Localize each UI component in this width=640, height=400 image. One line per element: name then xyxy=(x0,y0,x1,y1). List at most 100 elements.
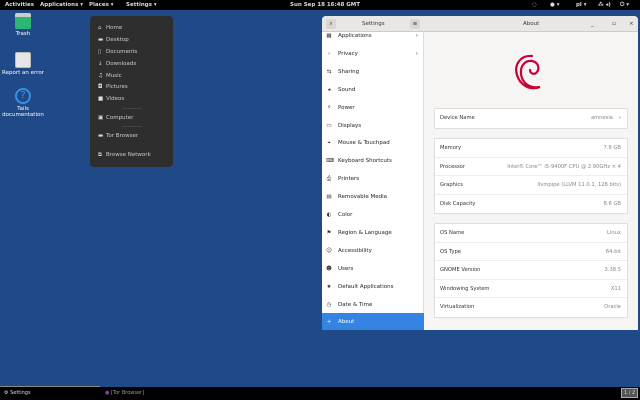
desktop-tails-doc[interactable]: ? Tails documentation xyxy=(1,88,45,118)
sidebar-item-label: Users xyxy=(338,265,354,272)
sidebar-icon: ◷ xyxy=(326,301,332,308)
info-value: 64-bit xyxy=(605,248,621,255)
sidebar-item-color[interactable]: ◐ Color xyxy=(322,206,424,224)
sidebar-item-region-language[interactable]: ⚑ Region & Language xyxy=(322,224,424,242)
workspace-switcher[interactable]: 1 / 2 xyxy=(621,388,639,398)
sidebar-icon: ⇆ xyxy=(326,68,332,75)
sidebar-icon: ☺ xyxy=(326,247,332,254)
sidebar-item-printers[interactable]: ⎙ Printers xyxy=(322,170,424,188)
computer-icon: ▣ xyxy=(98,115,104,121)
sidebar-icon: ★ xyxy=(326,283,332,290)
info-value: 8.6 GB xyxy=(603,200,621,207)
places-browse-network[interactable]: ⧉ Browse Network xyxy=(98,152,151,159)
chevron-right-icon: › xyxy=(415,33,418,39)
maximize-button[interactable]: ▫ xyxy=(612,21,616,27)
download-icon: ↓ xyxy=(98,61,103,67)
network-icon: ⧉ xyxy=(98,152,102,158)
sidebar-item-about[interactable]: + About xyxy=(322,313,424,330)
activities-button[interactable]: Activities xyxy=(5,2,34,8)
places-computer[interactable]: ▣ Computer xyxy=(98,115,133,121)
sidebar-icon: ⌖ xyxy=(327,140,331,147)
info-value: Oracle xyxy=(604,304,621,310)
sidebar-icon: ⚡ xyxy=(327,104,331,111)
info-row: Disk Capacity 8.6 GB xyxy=(435,195,627,214)
sidebar-icon: ▦ xyxy=(326,33,332,39)
sidebar-item-power[interactable]: ⚡ Power xyxy=(322,99,424,117)
sidebar-item-removable-media[interactable]: ▤ Removable Media xyxy=(322,188,424,206)
music-icon: ♫ xyxy=(98,73,103,79)
desktop-label: Report an error xyxy=(2,70,44,76)
places-downloads[interactable]: ↓ Downloads xyxy=(98,61,136,67)
settings-window: ⌕ Settings ≡ About _ ▫ × ▦ Applications › ›… xyxy=(322,16,638,330)
trash-icon xyxy=(15,13,31,29)
sidebar-item-sharing[interactable]: ⇆ Sharing xyxy=(322,63,424,81)
desktop-report-error[interactable]: Report an error xyxy=(1,52,45,76)
sidebar-icon: ⎙ xyxy=(326,176,332,183)
device-name-row[interactable]: Device Name amnesia › xyxy=(435,109,627,128)
places-tor-browser[interactable]: ▬ Tor Browser xyxy=(98,133,138,139)
sidebar-item-label: Applications xyxy=(338,33,372,39)
taskbar: ⚙ Settings ● [Tor Browser] 1 / 2 xyxy=(0,386,640,400)
sidebar-item-users[interactable]: ☻ Users xyxy=(322,260,424,278)
info-label: Memory xyxy=(440,145,462,151)
info-value: Linux xyxy=(607,230,621,236)
info-label: OS Name xyxy=(440,230,465,236)
sidebar-icon: + xyxy=(326,319,332,326)
sidebar-item-accessibility[interactable]: ☺ Accessibility xyxy=(322,242,424,260)
close-button[interactable]: × xyxy=(629,21,634,27)
desktop-trash[interactable]: Trash xyxy=(1,13,45,37)
accessibility-icon[interactable]: ● ▾ xyxy=(550,2,559,8)
places-home[interactable]: ⌂ Home xyxy=(98,25,122,31)
applications-menu[interactable]: Applications ▾ xyxy=(40,2,83,8)
minimize-button[interactable]: _ xyxy=(591,21,594,27)
sidebar-item-applications[interactable]: ▦ Applications › xyxy=(322,27,424,45)
sidebar-item-privacy[interactable]: › Privacy › xyxy=(322,45,424,63)
sidebar-item-label: Color xyxy=(338,212,353,218)
info-value: Intel® Core™ i5-9400F CPU @ 2.90GHz × 4 xyxy=(507,163,621,170)
desktop-label: Tails documentation xyxy=(2,106,44,118)
info-row: GNOME Version 3.38.5 xyxy=(435,261,627,280)
info-label: Processor xyxy=(440,163,465,170)
info-value: X11 xyxy=(610,285,621,292)
power-saving-icon[interactable]: ◌ xyxy=(532,2,537,8)
info-label: OS Type xyxy=(440,248,461,255)
desktop-label: Trash xyxy=(15,31,31,37)
sidebar-item-sound[interactable]: ◂ Sound xyxy=(322,81,424,99)
sidebar-item-displays[interactable]: ▭ Displays xyxy=(322,117,424,135)
sidebar-item-label: Keyboard Shortcuts xyxy=(338,158,392,165)
taskbar-settings[interactable]: ⚙ Settings xyxy=(4,390,31,396)
places-dropdown: ⌂ Home ▬ Desktop ▯ Documents ↓ Downloads ♫ Mu… xyxy=(90,16,173,167)
sidebar-icon: ⚑ xyxy=(326,229,332,236)
sidebar-item-label: Removable Media xyxy=(338,194,387,201)
sidebar-item-keyboard-shortcuts[interactable]: ⌨ Keyboard Shortcuts xyxy=(322,152,424,170)
places-documents[interactable]: ▯ Documents xyxy=(98,49,137,55)
places-music[interactable]: ♫ Music xyxy=(98,73,122,79)
sidebar-item-default-applications[interactable]: ★ Default Applications xyxy=(322,278,424,296)
places-videos[interactable]: ■ Videos xyxy=(98,96,124,102)
sidebar-item-date-time[interactable]: ◷ Date & Time xyxy=(322,296,424,314)
settings-menu[interactable]: Settings ▾ xyxy=(126,2,157,8)
info-row: Virtualization Oracle xyxy=(435,298,627,317)
network-icon[interactable]: ⁂ ◂) xyxy=(598,2,611,8)
places-menu[interactable]: Places ▾ xyxy=(89,2,114,8)
sidebar-icon: ⌨ xyxy=(326,158,334,165)
sidebar-icon: › xyxy=(327,50,331,57)
sidebar-item-label: Privacy xyxy=(338,50,358,57)
document-icon: ▯ xyxy=(98,49,102,55)
sidebar-item-label: Printers xyxy=(338,176,360,183)
sidebar-item-label: About xyxy=(338,319,355,326)
places-pictures[interactable]: ◘ Pictures xyxy=(98,84,128,90)
sidebar-icon: ☻ xyxy=(326,265,332,272)
keyboard-layout[interactable]: pl ▾ xyxy=(576,2,587,8)
video-icon: ■ xyxy=(98,96,104,102)
divider xyxy=(122,126,142,127)
places-desktop[interactable]: ▬ Desktop xyxy=(98,37,129,43)
clock[interactable]: Sun Sep 18 16:48 GMT xyxy=(290,2,360,8)
taskbar-tor-browser[interactable]: ● [Tor Browser] xyxy=(105,390,144,396)
sidebar-item-label: Default Applications xyxy=(338,283,394,290)
sidebar-item-mouse-touchpad[interactable]: ⌖ Mouse & Touchpad xyxy=(322,134,424,152)
top-bar: Activities Applications ▾ Places ▾ Setti… xyxy=(0,0,640,10)
help-icon: ? xyxy=(15,88,31,104)
info-row: Windowing System X11 xyxy=(435,280,627,298)
power-icon[interactable]: ⏻ ▾ xyxy=(620,2,629,9)
